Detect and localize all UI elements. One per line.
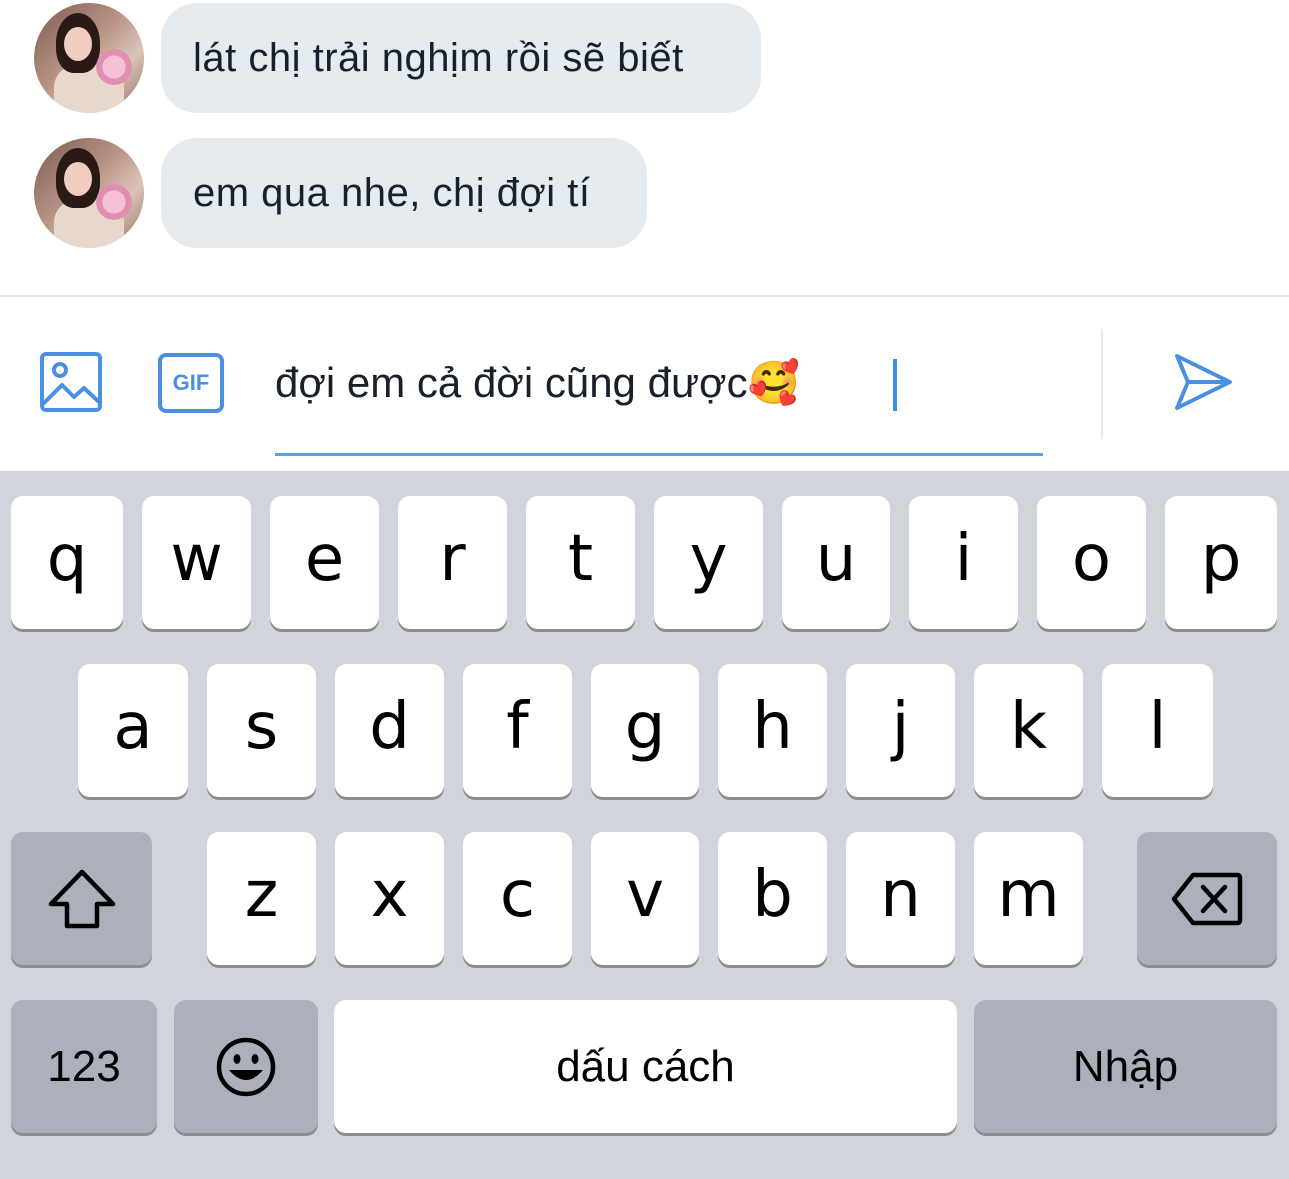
- key-label: r: [439, 521, 466, 596]
- key-label: i: [954, 521, 973, 596]
- key-label: t: [567, 521, 594, 596]
- message-row: lát chị trải nghịm rồi sẽ biết: [0, 3, 1289, 115]
- space-key[interactable]: dấu cách: [334, 1000, 957, 1133]
- key-label: a: [113, 689, 153, 764]
- send-button[interactable]: [1170, 349, 1236, 415]
- message-bubble[interactable]: em qua nhe, chị đợi tí: [161, 138, 647, 248]
- message-bubble[interactable]: lát chị trải nghịm rồi sẽ biết: [161, 3, 761, 113]
- key-label: b: [752, 857, 793, 932]
- key-a[interactable]: a: [78, 664, 188, 797]
- key-label: h: [752, 689, 793, 764]
- key-label: x: [370, 857, 409, 932]
- key-label: w: [170, 521, 223, 596]
- message-list: lát chị trải nghịm rồi sẽ biết em qua nh…: [0, 0, 1289, 296]
- key-t[interactable]: t: [526, 496, 635, 629]
- text-caret: [893, 359, 897, 411]
- key-label: m: [997, 857, 1060, 932]
- key-u[interactable]: u: [782, 496, 890, 629]
- key-f[interactable]: f: [463, 664, 572, 797]
- key-label: g: [624, 689, 666, 764]
- gif-button[interactable]: GIF: [158, 353, 224, 413]
- key-v[interactable]: v: [591, 832, 699, 965]
- message-input[interactable]: đợi em cả đời cũng được🥰: [275, 353, 1043, 413]
- key-label: o: [1071, 521, 1112, 596]
- key-label: d: [369, 689, 410, 764]
- key-w[interactable]: w: [142, 496, 251, 629]
- key-d[interactable]: d: [335, 664, 444, 797]
- key-e[interactable]: e: [270, 496, 379, 629]
- keyboard: q w e r t y u i o p a s d f g h j k l z …: [0, 471, 1289, 1179]
- key-label: c: [499, 857, 536, 932]
- image-icon: [40, 352, 102, 412]
- key-b[interactable]: b: [718, 832, 827, 965]
- key-l[interactable]: l: [1102, 664, 1213, 797]
- key-k[interactable]: k: [974, 664, 1083, 797]
- key-label: v: [626, 857, 664, 932]
- space-label: dấu cách: [556, 1041, 735, 1091]
- message-row: em qua nhe, chị đợi tí: [0, 138, 1289, 250]
- shift-key[interactable]: [11, 832, 152, 965]
- key-label: s: [244, 689, 279, 764]
- numbers-key[interactable]: 123: [11, 1000, 157, 1133]
- composer-bar: GIF đợi em cả đời cũng được🥰: [0, 297, 1289, 471]
- key-label: l: [1148, 689, 1167, 764]
- key-j[interactable]: j: [846, 664, 955, 797]
- key-label: f: [506, 689, 529, 764]
- send-icon: [1175, 354, 1232, 410]
- return-key[interactable]: Nhập: [974, 1000, 1277, 1133]
- key-z[interactable]: z: [207, 832, 316, 965]
- key-p[interactable]: p: [1165, 496, 1277, 629]
- separator: [1101, 329, 1103, 439]
- avatar[interactable]: [34, 3, 144, 113]
- emoji-icon: [216, 1037, 276, 1096]
- key-label: k: [1009, 689, 1048, 764]
- avatar[interactable]: [34, 138, 144, 248]
- key-label: n: [880, 857, 921, 932]
- key-label: p: [1200, 521, 1242, 596]
- numbers-label: 123: [47, 1041, 121, 1091]
- key-label: e: [304, 521, 345, 596]
- gif-label: GIF: [172, 370, 210, 395]
- emoji-key[interactable]: [174, 1000, 318, 1133]
- key-n[interactable]: n: [846, 832, 955, 965]
- input-underline: [275, 453, 1043, 456]
- key-m[interactable]: m: [974, 832, 1083, 965]
- shift-icon: [48, 869, 115, 928]
- key-g[interactable]: g: [591, 664, 699, 797]
- return-label: Nhập: [1072, 1041, 1179, 1091]
- key-c[interactable]: c: [463, 832, 572, 965]
- key-o[interactable]: o: [1037, 496, 1146, 629]
- key-s[interactable]: s: [207, 664, 316, 797]
- key-label: y: [689, 521, 728, 596]
- backspace-key[interactable]: [1137, 832, 1277, 965]
- key-i[interactable]: i: [909, 496, 1018, 629]
- key-y[interactable]: y: [654, 496, 763, 629]
- key-h[interactable]: h: [718, 664, 827, 797]
- key-label: j: [891, 689, 910, 764]
- key-r[interactable]: r: [398, 496, 507, 629]
- key-label: q: [46, 521, 88, 596]
- key-label: z: [244, 857, 279, 932]
- key-q[interactable]: q: [11, 496, 123, 629]
- backspace-icon: [1171, 872, 1243, 925]
- message-input-value: đợi em cả đời cũng được🥰: [275, 359, 800, 406]
- key-label: u: [815, 521, 857, 596]
- key-x[interactable]: x: [335, 832, 444, 965]
- image-button[interactable]: [38, 351, 104, 413]
